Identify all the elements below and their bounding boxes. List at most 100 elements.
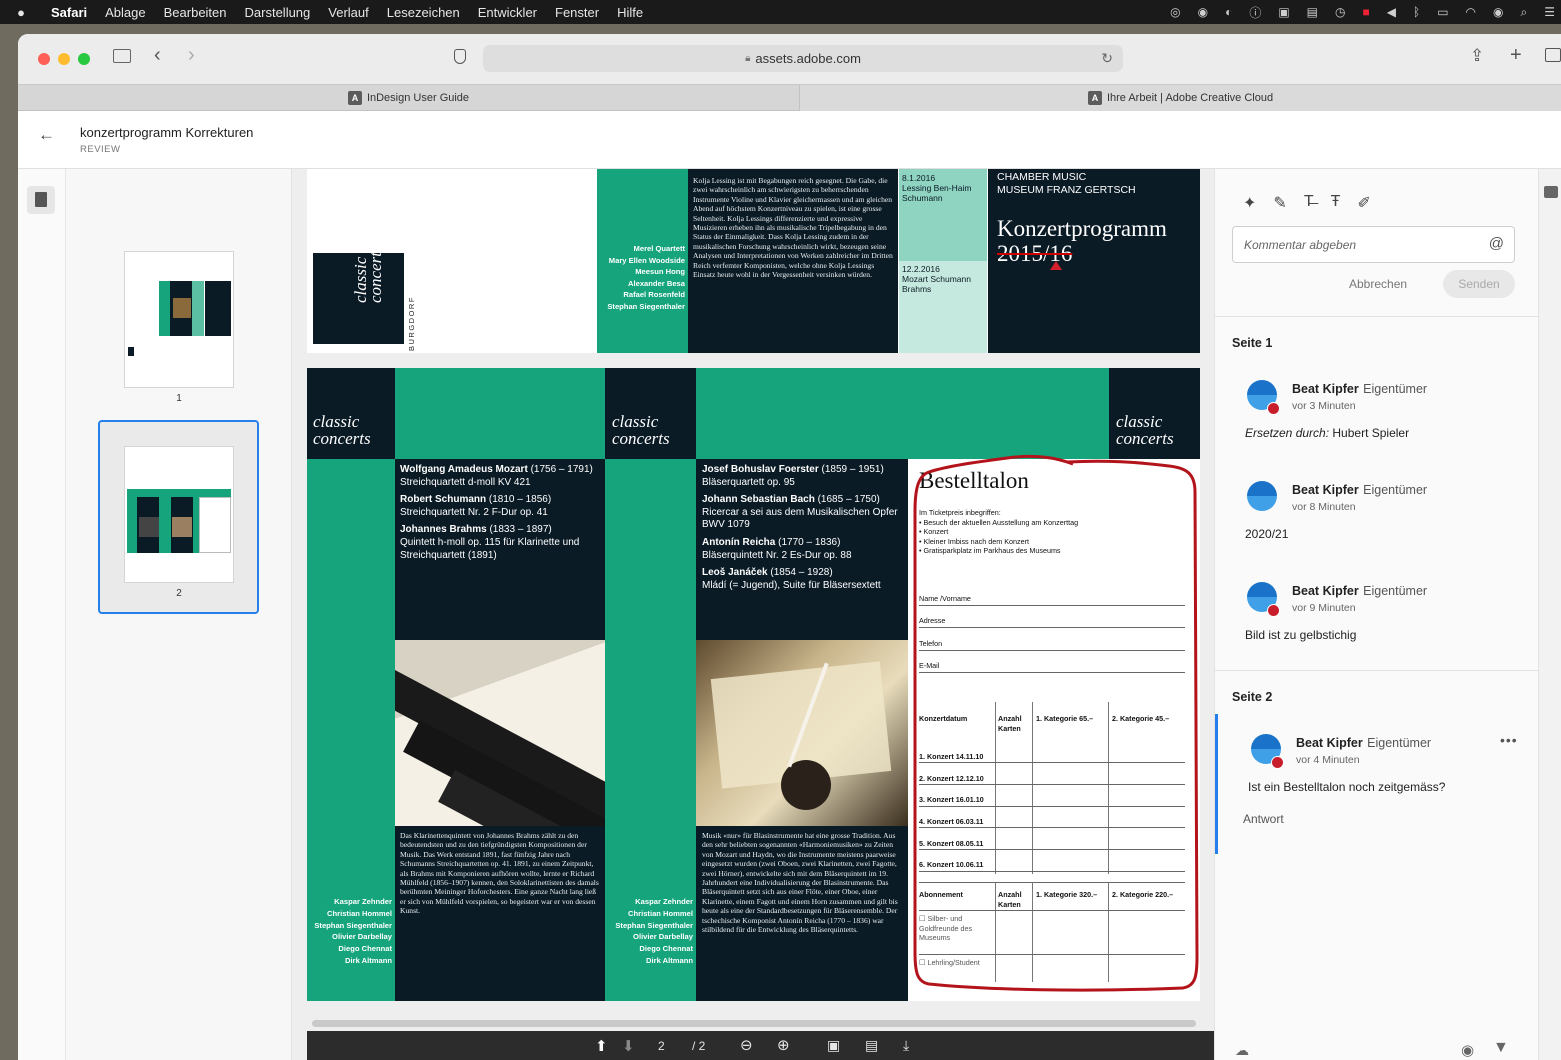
status-icon[interactable]: ▤ xyxy=(1307,5,1318,19)
minimize-window-button[interactable] xyxy=(58,53,70,65)
cancel-button[interactable]: Abbrechen xyxy=(1349,277,1407,291)
apple-menu-icon[interactable]: ● xyxy=(0,5,42,20)
comment-body: Ist ein Bestelltalon noch zeitgemäss? xyxy=(1248,780,1446,794)
adobe-icon: A xyxy=(1087,91,1102,105)
strikethrough-text-icon[interactable]: T̶ xyxy=(1304,193,1314,213)
comment-item[interactable]: Beat Kipfer Eigentümer vor 9 Minuten Bil… xyxy=(1215,571,1539,661)
comment-header: Beat Kipfer Eigentümer xyxy=(1292,584,1428,598)
zoom-in-icon[interactable]: ⊕ xyxy=(777,1036,790,1054)
program-item: Leoš Janáček (1854 – 1928) Mládí (= Jugen… xyxy=(702,567,881,591)
performers-list: Kaspar Zehnder Christian Hommel Stephan … xyxy=(309,896,392,967)
control-center-icon[interactable]: ☰ xyxy=(1544,5,1555,19)
menu-darstellung[interactable]: Darstellung xyxy=(236,5,320,20)
menu-bearbeiten[interactable]: Bearbeiten xyxy=(155,5,236,20)
mention-icon[interactable]: @ xyxy=(1489,235,1504,252)
back-arrow-icon[interactable]: ← xyxy=(38,125,55,145)
current-page[interactable]: 2 xyxy=(658,1039,665,1053)
comment-item-selected[interactable]: Beat Kipfer Eigentümer ••• vor 4 Minuten… xyxy=(1215,714,1539,854)
wifi-icon[interactable]: ◠ xyxy=(1466,5,1476,19)
menu-entwickler[interactable]: Entwickler xyxy=(469,5,546,20)
review-subtitle: REVIEW xyxy=(80,144,121,155)
address-bar[interactable]: 🔒︎ assets.adobe.com ↻ xyxy=(483,45,1123,72)
visibility-icon[interactable]: ◉ xyxy=(1461,1041,1474,1059)
menu-safari[interactable]: Safari xyxy=(42,5,96,20)
status-icon[interactable]: ◎ xyxy=(1170,5,1180,19)
close-window-button[interactable] xyxy=(38,53,50,65)
search-icon[interactable]: ⌕ xyxy=(1521,5,1528,20)
comment-time: vor 4 Minuten xyxy=(1296,754,1360,766)
fit-page-icon[interactable]: ▣ xyxy=(827,1037,840,1054)
comments-panel: ✦ ✎ T̶ Ŧ ✐ Kommentar abgeben @ Abbrechen… xyxy=(1214,169,1539,1060)
thumb-block xyxy=(128,347,134,356)
date-1-program: Lessing Ben-Haim Schumann xyxy=(902,183,972,203)
bio-column: Kolja Lessing ist mit Begabungen reich g… xyxy=(688,169,898,353)
filter-icon[interactable]: ▼ xyxy=(1493,1039,1509,1057)
new-tab-icon[interactable]: + xyxy=(1510,44,1522,67)
horizontal-scrollbar[interactable] xyxy=(312,1020,1196,1027)
program-item: Josef Bohuslav Foerster (1859 – 1951) Blä… xyxy=(702,464,884,488)
clock-icon[interactable]: ◷ xyxy=(1335,5,1345,19)
flag-icon[interactable]: ■ xyxy=(1363,5,1370,19)
logo-text: classic concerts xyxy=(612,412,670,448)
tab-overview-icon[interactable] xyxy=(1545,48,1561,62)
sidebar-toggle-icon[interactable] xyxy=(113,49,131,63)
caret-marker-icon[interactable] xyxy=(1050,261,1062,270)
highlight-icon[interactable]: ✎ xyxy=(1273,193,1286,213)
status-icon[interactable]: ▣ xyxy=(1278,5,1289,19)
comments-panel-icon[interactable] xyxy=(1544,186,1558,198)
thumb-block xyxy=(192,281,204,336)
volume-icon[interactable]: ◀ xyxy=(1387,5,1396,19)
fit-width-icon[interactable]: ▤ xyxy=(865,1037,878,1054)
pin-icon[interactable]: ✦ xyxy=(1243,193,1256,213)
program-title: Konzertprogramm xyxy=(997,216,1167,241)
download-icon[interactable]: ⤓ xyxy=(903,1037,909,1054)
zoom-window-button[interactable] xyxy=(78,53,90,65)
divider xyxy=(1215,316,1539,317)
review-header: ← konzertprogramm Korrekturen REVIEW xyxy=(18,111,1561,169)
reload-icon[interactable]: ↻ xyxy=(1101,50,1113,67)
previous-page-icon[interactable]: ⬆ xyxy=(595,1037,608,1055)
send-button[interactable]: Senden xyxy=(1443,270,1515,298)
privacy-shield-icon[interactable] xyxy=(454,49,466,64)
comment-time: vor 3 Minuten xyxy=(1292,400,1356,412)
replace-text-icon[interactable]: Ŧ xyxy=(1331,193,1341,213)
musician-name: Mary Ellen Woodside xyxy=(608,255,685,265)
musician-name: Rafael Rosenfeld xyxy=(623,290,685,300)
review-title: konzertprogramm Korrekturen xyxy=(80,125,254,140)
user-icon[interactable]: ◉ xyxy=(1493,5,1503,19)
status-icon[interactable]: ◉ xyxy=(1198,5,1208,19)
reply-button[interactable]: Antwort xyxy=(1243,812,1284,826)
forward-icon[interactable]: › xyxy=(188,44,195,67)
pages-panel-button[interactable] xyxy=(27,186,55,214)
menu-fenster[interactable]: Fenster xyxy=(546,5,608,20)
bluetooth-icon[interactable]: ᛒ xyxy=(1413,5,1420,19)
document-canvas: classic concerts BURGDORF Merel Quartett… xyxy=(292,169,1214,1060)
comment-input[interactable]: Kommentar abgeben @ xyxy=(1232,226,1515,263)
menu-lesezeichen[interactable]: Lesezeichen xyxy=(378,5,469,20)
zoom-out-icon[interactable]: ⊖ xyxy=(740,1036,753,1054)
share-icon[interactable]: ⇪ xyxy=(1470,46,1484,66)
date-block-2: 12.2.2016 Mozart Schumann Brahms xyxy=(899,261,987,353)
next-page-icon[interactable]: ⬇ xyxy=(622,1037,635,1055)
more-options-icon[interactable]: ••• xyxy=(1500,732,1518,748)
info-icon[interactable]: ⓘ xyxy=(1249,4,1261,21)
menu-hilfe[interactable]: Hilfe xyxy=(608,5,652,20)
performer-name: Christian Hommel xyxy=(327,908,392,918)
tab-creative-cloud[interactable]: A Ihre Arbeit | Adobe Creative Cloud xyxy=(800,85,1561,111)
thumbnail-page-1[interactable] xyxy=(124,251,234,388)
comment-item[interactable]: Beat Kipfer Eigentümer vor 3 Minuten Ers… xyxy=(1215,369,1539,459)
comment-item[interactable]: Beat Kipfer Eigentümer vor 8 Minuten 202… xyxy=(1215,470,1539,560)
freehand-annotation-outline[interactable] xyxy=(907,452,1202,997)
section-title: Seite 1 xyxy=(1232,336,1273,350)
cloud-icon[interactable]: ☁ xyxy=(1235,1042,1249,1059)
draw-icon[interactable]: ✐ xyxy=(1357,193,1370,213)
menu-verlauf[interactable]: Verlauf xyxy=(319,5,377,20)
battery-icon[interactable]: ▭ xyxy=(1437,5,1448,19)
logo-block: classic concerts xyxy=(313,245,404,344)
thumbnail-page-2[interactable] xyxy=(124,446,234,583)
back-icon[interactable]: ‹ xyxy=(154,44,161,67)
menu-ablage[interactable]: Ablage xyxy=(96,5,154,20)
tab-indesign-user-guide[interactable]: A InDesign User Guide xyxy=(18,85,800,111)
status-icon[interactable]: ◐ xyxy=(1225,5,1232,19)
venue: CHAMBER MUSIC MUSEUM FRANZ GERTSCH xyxy=(997,171,1136,196)
